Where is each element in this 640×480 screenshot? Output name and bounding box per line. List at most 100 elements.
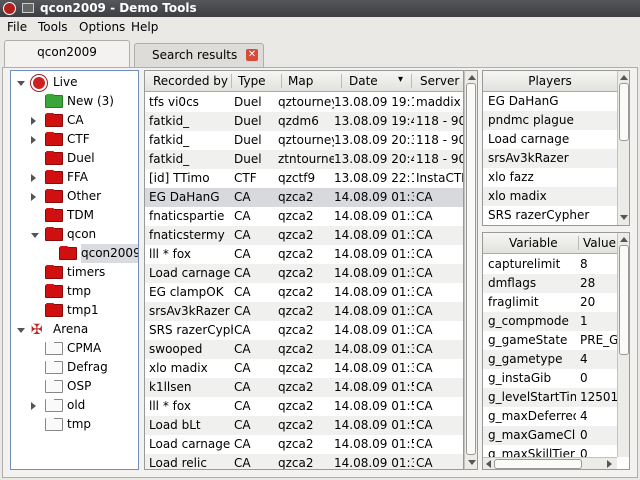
table-row[interactable]: g_instaGib 0 xyxy=(483,369,617,388)
tree-item[interactable]: New (3) xyxy=(11,92,138,111)
expand-right-icon[interactable] xyxy=(31,193,36,201)
column-type[interactable]: Type xyxy=(238,74,266,88)
expand-right-icon[interactable] xyxy=(31,136,36,144)
column-variable[interactable]: Variable xyxy=(509,236,558,250)
tree-item[interactable]: CPMA xyxy=(11,339,138,358)
tree-item[interactable]: qcon xyxy=(11,225,138,244)
scroll-down-icon[interactable] xyxy=(468,460,476,465)
tree-item[interactable]: tmp xyxy=(11,282,138,301)
scroll-down-icon[interactable] xyxy=(620,215,628,220)
close-tab-icon[interactable]: ✕ xyxy=(246,49,258,61)
table-row[interactable]: EG DaHanGCAqzca214.08.09 01:37CA xyxy=(145,188,463,207)
players-header[interactable]: Players xyxy=(483,71,617,92)
scroll-left-icon[interactable] xyxy=(486,460,491,468)
demo-list-scrollbar[interactable] xyxy=(464,70,478,470)
tree-item[interactable]: Live xyxy=(11,73,138,92)
table-row[interactable]: Load carnageCAqzca214.08.09 01:37CA xyxy=(145,264,463,283)
menu-tools[interactable]: Tools xyxy=(38,20,68,34)
table-row[interactable]: fnaticstermyCAqzca214.08.09 01:37CA xyxy=(145,226,463,245)
scroll-up-icon[interactable] xyxy=(620,75,628,80)
players-scrollbar[interactable] xyxy=(617,71,629,225)
table-row[interactable]: dmflags 28 xyxy=(483,274,617,293)
list-item[interactable]: Load carnage xyxy=(483,130,617,149)
table-row[interactable]: lll * foxCAqzca214.08.09 01:37CA xyxy=(145,245,463,264)
table-row[interactable]: Load relicCAqzca214.08.09 01:37CA xyxy=(145,454,463,469)
tree-item[interactable]: FFA xyxy=(11,168,138,187)
list-item[interactable]: pndmc plague xyxy=(483,111,617,130)
expand-right-icon[interactable] xyxy=(31,117,36,125)
column-server[interactable]: Server xyxy=(420,74,459,88)
expand-down-icon[interactable] xyxy=(17,328,25,333)
table-row[interactable]: xlo madixCAqzca214.08.09 01:37CA xyxy=(145,359,463,378)
tree-item[interactable]: CA xyxy=(11,111,138,130)
tab-search-results[interactable]: Search results ✕ xyxy=(134,43,264,67)
table-row[interactable]: srsAv3kRazerCAqzca214.08.09 01:37CA xyxy=(145,302,463,321)
tree-item[interactable]: qcon2009 xyxy=(11,244,138,263)
expand-right-icon[interactable] xyxy=(31,402,36,410)
variables-scrollbar[interactable] xyxy=(617,233,629,457)
tree-item[interactable]: Other xyxy=(11,187,138,206)
tree-item[interactable]: TDM xyxy=(11,206,138,225)
table-row[interactable]: Load bLtCAqzca214.08.09 01:58CA xyxy=(145,416,463,435)
variables-table[interactable]: Variable Value capturelimit 8 dmflags 28 fra… xyxy=(482,232,630,470)
table-row[interactable]: k1llsenCAqzca214.08.09 01:58CA xyxy=(145,378,463,397)
scroll-right-icon[interactable] xyxy=(607,460,612,468)
table-row[interactable]: g_gameState PRE_GAME xyxy=(483,331,617,350)
window-menu-icon[interactable] xyxy=(22,3,34,13)
table-row[interactable]: capturelimit 8 xyxy=(483,255,617,274)
column-recorded-by[interactable]: Recorded by xyxy=(153,74,228,88)
table-row[interactable]: tfs vi0cs Duel qztourney13.08.09 19:16madd… xyxy=(145,93,463,112)
table-row[interactable]: [id] TTimo CTF qzctf9 13.08.09 22:10InstaCT… xyxy=(145,169,463,188)
tree-item[interactable]: tmp xyxy=(11,415,138,434)
table-row[interactable]: g_maxGameClients 0 xyxy=(483,426,617,445)
table-row[interactable]: fnaticspartieCAqzca214.08.09 01:37CA xyxy=(145,207,463,226)
variables-scroll-thumb[interactable] xyxy=(619,245,629,355)
tree-item[interactable]: Duel xyxy=(11,149,138,168)
column-date[interactable]: Date xyxy=(349,74,378,88)
scroll-up-icon[interactable] xyxy=(468,75,476,80)
menu-file[interactable]: File xyxy=(7,20,27,34)
list-item[interactable]: xlo madix xyxy=(483,187,617,206)
menu-help[interactable]: Help xyxy=(131,20,158,34)
tree-item[interactable]: old xyxy=(11,396,138,415)
variables-hscroll-thumb[interactable] xyxy=(494,459,582,469)
expand-right-icon[interactable] xyxy=(31,174,36,182)
list-item[interactable]: SRS razerCypher xyxy=(483,206,617,225)
variables-hscrollbar[interactable] xyxy=(483,457,617,469)
players-scroll-thumb[interactable] xyxy=(619,83,629,141)
table-row[interactable]: fatkid_ Duel qztourney13.08.09 20:31118 - … xyxy=(145,131,463,150)
tree-item[interactable]: CTF xyxy=(11,130,138,149)
table-row[interactable]: g_maxDeferredSpawns 4 xyxy=(483,407,617,426)
folder-tree[interactable]: Live New (3) CA CTF Duel FFA Other TDM qcon qcon2… xyxy=(10,70,139,470)
tree-item[interactable]: Defrag xyxy=(11,358,138,377)
menu-options[interactable]: Options xyxy=(79,20,125,34)
column-map[interactable]: Map xyxy=(288,74,313,88)
tree-item[interactable]: OSP xyxy=(11,377,138,396)
table-row[interactable]: fatkid_ Duel qzdm6 13.08.09 19:42118 - 90 xyxy=(145,112,463,131)
demo-list-scroll-thumb[interactable] xyxy=(466,83,476,455)
table-row[interactable]: g_gametype 4 xyxy=(483,350,617,369)
table-row[interactable]: lll * foxCAqzca214.08.09 01:58CA xyxy=(145,397,463,416)
table-row[interactable]: fraglimit 20 xyxy=(483,293,617,312)
table-row[interactable]: g_compmode 1 xyxy=(483,312,617,331)
table-row[interactable]: fatkid_ Duel ztntourney13.08.09 20:44118 -… xyxy=(145,150,463,169)
column-value[interactable]: Value xyxy=(583,236,616,250)
players-list[interactable]: Players EG DaHanG pndmc plague Load carnag… xyxy=(482,70,630,226)
tab-qcon2009[interactable]: qcon2009 xyxy=(4,40,130,68)
table-row[interactable]: g_levelStartTime 1250199 xyxy=(483,388,617,407)
table-row[interactable]: Load carnageCAqzca214.08.09 01:58CA xyxy=(145,435,463,454)
table-row[interactable]: SRS razerCypherCAqzca214.08.09 01:37CA xyxy=(145,321,463,340)
expand-down-icon[interactable] xyxy=(17,81,25,86)
list-item[interactable]: xlo fazz xyxy=(483,168,617,187)
list-item[interactable]: srsAv3kRazer xyxy=(483,149,617,168)
tree-item[interactable]: tmp1 xyxy=(11,301,138,320)
table-row[interactable]: swoopedCAqzca214.08.09 01:37CA xyxy=(145,340,463,359)
tree-item[interactable]: ✠ Arena xyxy=(11,320,138,339)
expand-down-icon[interactable] xyxy=(31,233,39,238)
list-item[interactable]: EG DaHanG xyxy=(483,92,617,111)
tree-item[interactable]: timers xyxy=(11,263,138,282)
demo-list[interactable]: Recorded by Type Map Date Server ▾ tfs vi0cs D… xyxy=(144,70,464,470)
app-icon[interactable] xyxy=(3,2,16,15)
table-row[interactable]: EG clampOKCAqzca214.08.09 01:37CA xyxy=(145,283,463,302)
scroll-up-icon[interactable] xyxy=(620,237,628,242)
